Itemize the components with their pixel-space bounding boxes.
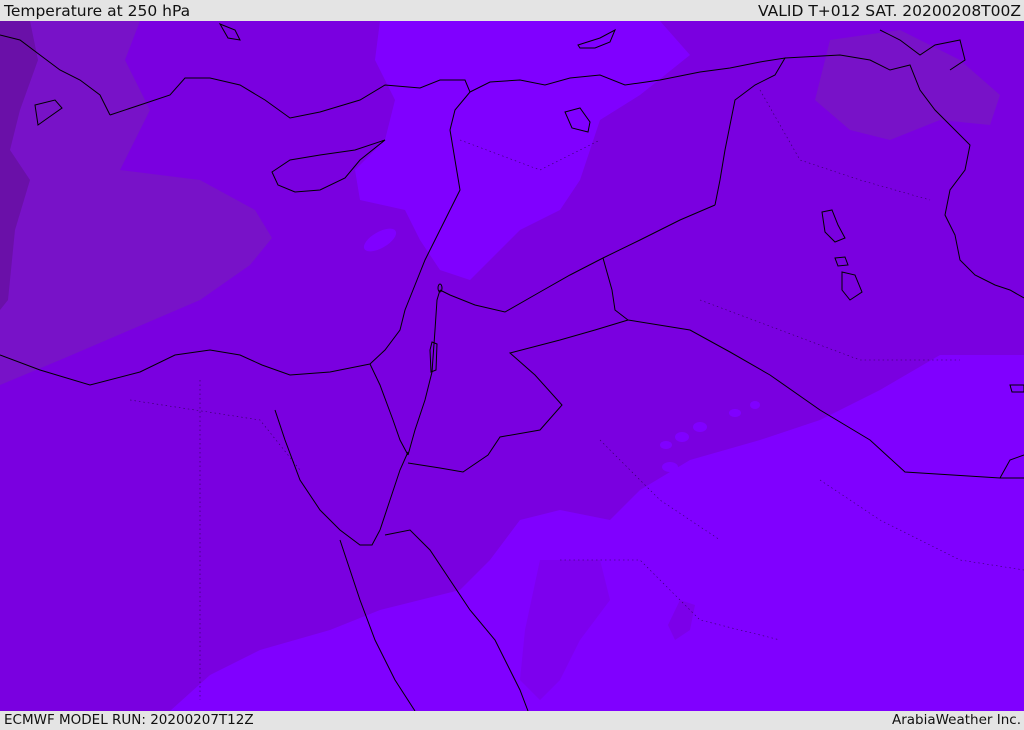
weather-map[interactable] bbox=[0, 21, 1024, 711]
warm-patch-6 bbox=[750, 401, 760, 409]
map-canvas bbox=[0, 21, 1024, 711]
map-title: Temperature at 250 hPa bbox=[4, 2, 191, 20]
valid-time-label: VALID T+012 SAT. 20200208T00Z bbox=[758, 2, 1021, 20]
header-bar: Temperature at 250 hPa VALID T+012 SAT. … bbox=[0, 0, 1024, 21]
warm-patch-5 bbox=[729, 409, 741, 417]
credit-label: ArabiaWeather Inc. bbox=[891, 712, 1021, 728]
warm-patch-3 bbox=[675, 432, 689, 442]
warm-patch-7 bbox=[662, 462, 678, 472]
warm-patch-4 bbox=[660, 441, 672, 449]
warm-patch-2 bbox=[693, 422, 707, 432]
model-run-label: ECMWF MODEL RUN: 20200207T12Z bbox=[4, 712, 254, 728]
footer-bar: ECMWF MODEL RUN: 20200207T12Z ArabiaWeat… bbox=[0, 711, 1024, 729]
